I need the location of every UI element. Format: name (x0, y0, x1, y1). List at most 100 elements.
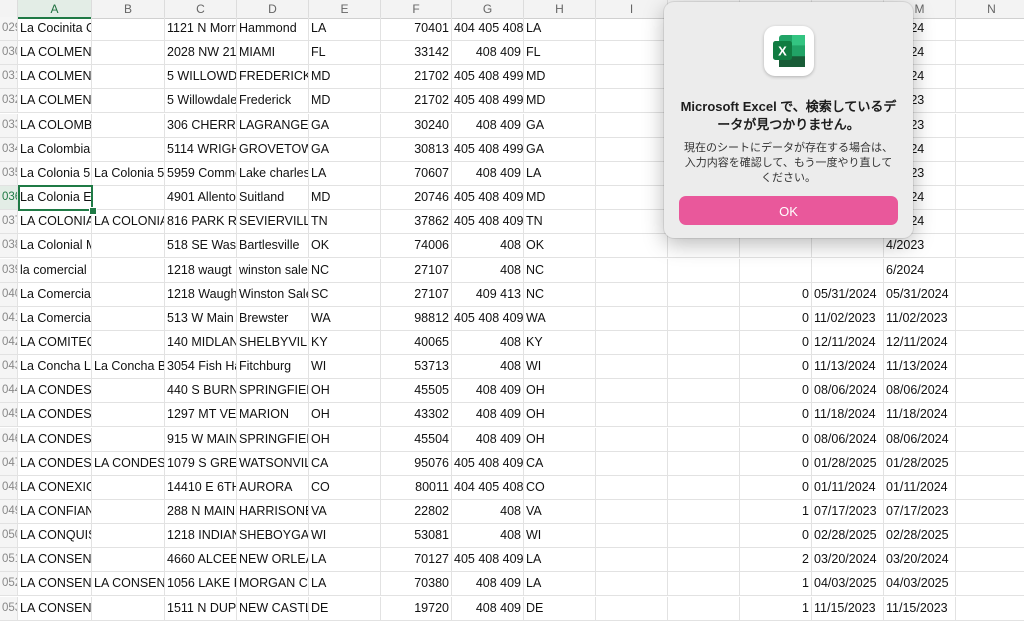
cell-c[interactable]: 1511 N DUP( (165, 596, 237, 621)
cell-g[interactable]: 405 408 499 (452, 137, 524, 162)
cell-k[interactable]: 0 (740, 524, 812, 549)
cell-d[interactable]: WATSONVIL (237, 451, 309, 476)
cell-l[interactable]: 11/13/2024 (812, 355, 884, 380)
cell-l[interactable]: 08/06/2024 (812, 427, 884, 452)
cell-i[interactable] (596, 113, 668, 138)
cell-f[interactable]: 22802 (381, 500, 452, 524)
cell-c[interactable]: 915 W MAIN (165, 427, 237, 452)
cell-k[interactable]: 0 (740, 475, 812, 500)
cell-a[interactable]: La Comercial (18, 282, 92, 307)
cell-g[interactable]: 405 408 409 (452, 210, 524, 235)
cell-m[interactable]: 04/03/2025 (884, 572, 956, 597)
cell-e[interactable]: NC (309, 258, 381, 283)
cell-b[interactable] (92, 403, 165, 428)
cell-f[interactable]: 80011 (381, 475, 452, 500)
cell-c[interactable]: 4660 ALCEE (165, 548, 237, 573)
cell-i[interactable] (596, 17, 668, 41)
row-number[interactable]: 040 (0, 282, 18, 307)
cell-e[interactable]: LA (309, 17, 381, 41)
cell-f[interactable]: 21702 (381, 89, 452, 114)
cell-n[interactable] (956, 65, 1024, 90)
cell-b[interactable]: LA COLONIA (92, 210, 165, 235)
cell-a[interactable]: LA CONSENTIDA INC (18, 596, 92, 621)
cell-h[interactable]: OH (524, 403, 596, 428)
cell-i[interactable] (596, 137, 668, 162)
cell-d[interactable]: Hammond (237, 17, 309, 41)
row-number[interactable]: 029 (0, 17, 18, 41)
cell-a[interactable]: LA CONDESA (18, 451, 92, 476)
cell-f[interactable]: 53713 (381, 355, 452, 380)
cell-b[interactable] (92, 234, 165, 259)
cell-a[interactable]: LA CONDESA GROCERY S (18, 379, 92, 404)
cell-k[interactable]: 0 (740, 330, 812, 355)
cell-e[interactable]: CO (309, 475, 381, 500)
cell-b[interactable] (92, 379, 165, 404)
cell-h[interactable]: LA (524, 548, 596, 573)
cell-f[interactable]: 20746 (381, 186, 452, 211)
cell-f[interactable]: 27107 (381, 258, 452, 283)
cell-a[interactable]: La Comercial Food Store L (18, 306, 92, 331)
cell-d[interactable]: MIAMI (237, 41, 309, 66)
cell-g[interactable]: 408 409 (452, 161, 524, 186)
cell-f[interactable]: 33142 (381, 41, 452, 66)
cell-k[interactable]: 1 (740, 572, 812, 597)
cell-j[interactable] (668, 330, 740, 355)
cell-l[interactable]: 05/31/2024 (812, 282, 884, 307)
cell-a[interactable]: LA COLOMBIANA INC (18, 113, 92, 138)
cell-m[interactable]: 01/28/2025 (884, 451, 956, 476)
cell-d[interactable]: FREDERICK (237, 65, 309, 90)
cell-b[interactable] (92, 258, 165, 283)
cell-e[interactable]: OH (309, 403, 381, 428)
cell-f[interactable]: 30240 (381, 113, 452, 138)
cell-n[interactable] (956, 572, 1024, 597)
cell-j[interactable] (668, 403, 740, 428)
cell-e[interactable]: LA (309, 161, 381, 186)
cell-g[interactable]: 409 413 (452, 282, 524, 307)
cell-j[interactable] (668, 596, 740, 621)
cell-m[interactable]: 11/02/2023 (884, 306, 956, 331)
row-number[interactable]: 050 (0, 524, 18, 549)
cell-c[interactable]: 513 W Main / (165, 306, 237, 331)
cell-c[interactable]: 1079 S GREE (165, 451, 237, 476)
cell-i[interactable] (596, 65, 668, 90)
cell-h[interactable]: WA (524, 306, 596, 331)
cell-h[interactable]: LA (524, 572, 596, 597)
cell-g[interactable]: 408 409 (452, 379, 524, 404)
cell-l[interactable]: 01/28/2025 (812, 451, 884, 476)
cell-k[interactable]: 2 (740, 548, 812, 573)
cell-a[interactable]: La Colonia Express LCC (18, 186, 92, 211)
cell-a[interactable]: LA COMITECA LLC (18, 330, 92, 355)
cell-g[interactable]: 408 (452, 355, 524, 380)
cell-g[interactable]: 408 (452, 524, 524, 549)
cell-h[interactable]: NC (524, 282, 596, 307)
cell-b[interactable]: La Colonia 5( (92, 161, 165, 186)
cell-d[interactable]: AURORA (237, 475, 309, 500)
cell-b[interactable] (92, 500, 165, 524)
cell-n[interactable] (956, 138, 1024, 162)
cell-d[interactable]: SPRINGFIEL (237, 379, 309, 404)
cell-a[interactable]: La Colonial Mexican Foods (18, 234, 92, 259)
cell-f[interactable]: 21702 (381, 65, 452, 90)
cell-e[interactable]: GA (309, 113, 381, 138)
cell-c[interactable]: 1218 waugt (165, 258, 237, 283)
cell-c[interactable]: 1297 MT VEF (165, 403, 237, 428)
cell-m[interactable]: 11/15/2023 (884, 596, 956, 621)
cell-g[interactable]: 405 408 409 (452, 186, 524, 211)
cell-b[interactable] (92, 282, 165, 307)
row-number[interactable]: 045 (0, 403, 18, 428)
cell-i[interactable] (596, 403, 668, 428)
cell-h[interactable]: WI (524, 524, 596, 549)
cell-k[interactable]: 0 (740, 306, 812, 331)
cell-k[interactable]: 0 (740, 427, 812, 452)
cell-a[interactable]: LA COLMENITA GROCERY (18, 89, 92, 114)
cell-i[interactable] (596, 524, 668, 549)
cell-l[interactable] (812, 258, 884, 283)
cell-b[interactable]: LA CONSENT (92, 572, 165, 597)
cell-c[interactable]: 1218 INDIAN (165, 524, 237, 549)
ok-button[interactable]: OK (679, 196, 898, 225)
cell-b[interactable] (92, 137, 165, 162)
cell-m[interactable]: 08/06/2024 (884, 427, 956, 452)
cell-k[interactable]: 0 (740, 451, 812, 476)
cell-d[interactable]: NEW CASTLE (237, 596, 309, 621)
cell-h[interactable]: OH (524, 427, 596, 452)
